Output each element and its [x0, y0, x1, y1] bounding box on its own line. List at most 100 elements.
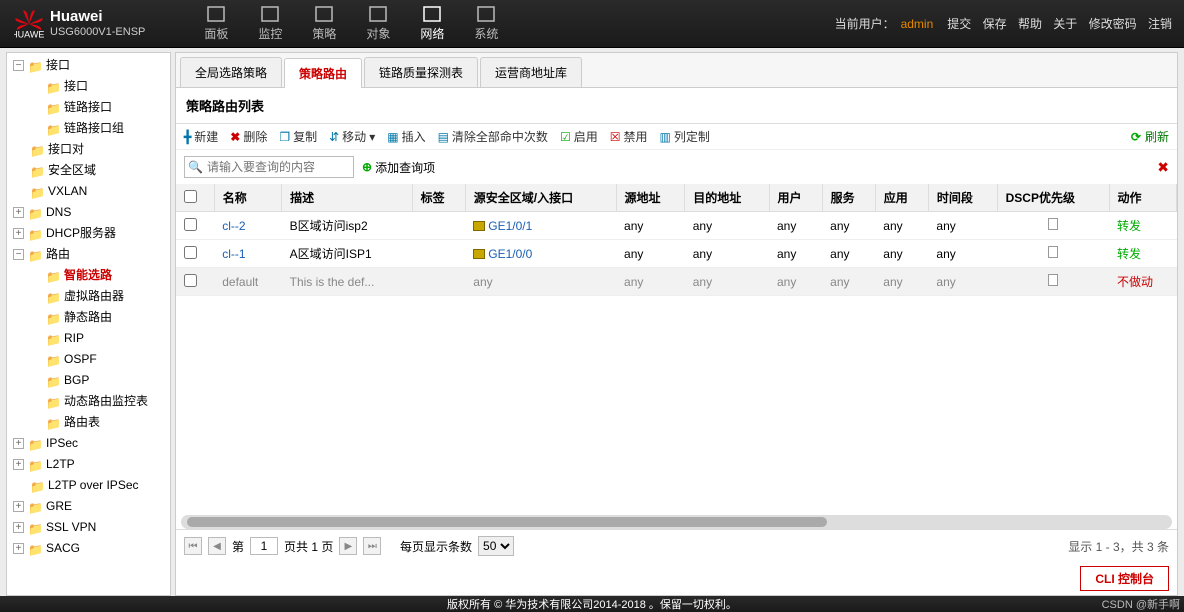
- toplink-注销[interactable]: 注销: [1145, 17, 1172, 31]
- col-名称: 名称: [214, 184, 281, 212]
- current-user-label: 当前用户：: [835, 15, 895, 32]
- next-page-button[interactable]: ▶: [339, 537, 357, 555]
- copy-button[interactable]: ❐复制: [279, 128, 317, 145]
- sidebar-item-安全区域[interactable]: 📁安全区域: [7, 160, 170, 181]
- col-动作: 动作: [1109, 184, 1176, 212]
- table-row[interactable]: cl--2B区域访问isp2GE1/0/1anyanyanyanyanyany转…: [176, 212, 1177, 240]
- top-right: 当前用户： admin 提交 保存 帮助 关于 修改密码 注销: [823, 15, 1184, 32]
- sidebar-item-SSL VPN[interactable]: +📁SSL VPN: [7, 517, 170, 538]
- tab-运营商地址库[interactable]: 运营商地址库: [480, 57, 582, 87]
- sidebar-item-SACG[interactable]: +📁SACG: [7, 538, 170, 559]
- sidebar-item-RIP[interactable]: 📁RIP: [7, 328, 170, 349]
- sidebar-item-VXLAN[interactable]: 📁VXLAN: [7, 181, 170, 202]
- topnav-网络[interactable]: 网络: [405, 0, 459, 47]
- sidebar-item-路由表[interactable]: 📁路由表: [7, 412, 170, 433]
- toplink-保存[interactable]: 保存: [979, 17, 1006, 31]
- col-目的地址: 目的地址: [685, 184, 769, 212]
- topnav-面板[interactable]: 面板: [189, 0, 243, 47]
- search-row: 🔍 ⊕添加查询项 ✖: [176, 150, 1177, 184]
- disable-button[interactable]: ☒禁用: [610, 128, 648, 145]
- sidebar-item-接口[interactable]: 📁接口: [7, 76, 170, 97]
- new-button[interactable]: ╋新建: [184, 128, 218, 145]
- topnav-系统[interactable]: 系统: [459, 0, 513, 47]
- col-服务: 服务: [822, 184, 875, 212]
- sidebar-item-BGP[interactable]: 📁BGP: [7, 370, 170, 391]
- refresh-button[interactable]: ⟳刷新: [1131, 128, 1169, 145]
- sidebar: −📁接口📁接口📁链路接口📁链路接口组📁接口对📁安全区域📁VXLAN+📁DNS+📁…: [6, 52, 171, 596]
- enable-button[interactable]: ☑启用: [560, 128, 598, 145]
- sidebar-item-L2TP[interactable]: +📁L2TP: [7, 454, 170, 475]
- sidebar-item-OSPF[interactable]: 📁OSPF: [7, 349, 170, 370]
- doc-icon: [1048, 274, 1058, 286]
- col-源安全区域/入接口: 源安全区域/入接口: [465, 184, 616, 212]
- columns-button[interactable]: ▥列定制: [660, 128, 710, 145]
- table-row[interactable]: cl--1A区域访问ISP1GE1/0/0anyanyanyanyanyany转…: [176, 240, 1177, 268]
- toplink-修改密码[interactable]: 修改密码: [1085, 17, 1136, 31]
- sidebar-item-智能选路[interactable]: 📁智能选路: [7, 265, 170, 286]
- col-DSCP优先级: DSCP优先级: [997, 184, 1109, 212]
- col-源地址: 源地址: [616, 184, 685, 212]
- col-用户: 用户: [769, 184, 822, 212]
- delete-button[interactable]: ✖删除: [230, 128, 267, 145]
- table-row[interactable]: defaultThis is the def...anyanyanyanyany…: [176, 268, 1177, 296]
- logo-area: HUAWEI Huawei USG6000V1-ENSP: [0, 9, 159, 39]
- brand-model: USG6000V1-ENSP: [50, 26, 145, 38]
- page-input[interactable]: [250, 537, 278, 555]
- watermark: CSDN @新手啊: [1102, 596, 1180, 612]
- sidebar-item-GRE[interactable]: +📁GRE: [7, 496, 170, 517]
- sidebar-item-L2TP over IPSec[interactable]: 📁L2TP over IPSec: [7, 475, 170, 496]
- sidebar-item-接口[interactable]: −📁接口: [7, 55, 170, 76]
- insert-button[interactable]: ▦插入: [387, 128, 425, 145]
- col-checkbox: [176, 184, 214, 212]
- data-grid: 名称描述标签源安全区域/入接口源地址目的地址用户服务应用时间段DSCP优先级动作…: [176, 184, 1177, 515]
- sidebar-item-静态路由[interactable]: 📁静态路由: [7, 307, 170, 328]
- row-checkbox[interactable]: [184, 218, 197, 231]
- move-button[interactable]: ⇵移动▾: [329, 128, 375, 145]
- sidebar-item-接口对[interactable]: 📁接口对: [7, 139, 170, 160]
- topnav-策略[interactable]: 策略: [297, 0, 351, 47]
- sidebar-item-DHCP服务器[interactable]: +📁DHCP服务器: [7, 223, 170, 244]
- toplink-提交[interactable]: 提交: [947, 17, 971, 31]
- brand-name: Huawei: [50, 9, 145, 26]
- topnav-监控[interactable]: 监控: [243, 0, 297, 47]
- tab-策略路由[interactable]: 策略路由: [284, 58, 362, 88]
- col-时间段: 时间段: [928, 184, 997, 212]
- pager: ⏮ ◀ 第 页共 1 页 ▶ ⏭ 每页显示条数 50 显示 1 - 3，共 3 …: [176, 529, 1177, 562]
- sidebar-item-路由[interactable]: −📁路由: [7, 244, 170, 265]
- clear-icon[interactable]: ✖: [1157, 159, 1169, 176]
- col-标签: 标签: [412, 184, 465, 212]
- doc-icon: [1048, 218, 1058, 230]
- sidebar-item-链路接口[interactable]: 📁链路接口: [7, 97, 170, 118]
- topnav-对象[interactable]: 对象: [351, 0, 405, 47]
- top-nav: 面板监控策略对象网络系统: [189, 0, 513, 47]
- top-bar: HUAWEI Huawei USG6000V1-ENSP 面板监控策略对象网络系…: [0, 0, 1184, 48]
- select-all-checkbox[interactable]: [184, 190, 197, 203]
- toplink-帮助[interactable]: 帮助: [1015, 17, 1042, 31]
- perpage-select[interactable]: 50: [478, 536, 514, 556]
- footer: 版权所有 © 华为技术有限公司2014-2018 。保留一切权利。: [0, 596, 1184, 612]
- clear-hits-button[interactable]: ▤清除全部命中次数: [438, 128, 548, 145]
- prev-page-button[interactable]: ◀: [208, 537, 226, 555]
- add-query-button[interactable]: ⊕添加查询项: [362, 159, 435, 176]
- toplink-关于[interactable]: 关于: [1050, 17, 1077, 31]
- tab-全局选路策略[interactable]: 全局选路策略: [180, 57, 282, 87]
- cli-console-button[interactable]: CLI 控制台: [1080, 566, 1169, 591]
- sidebar-item-DNS[interactable]: +📁DNS: [7, 202, 170, 223]
- sidebar-item-链路接口组[interactable]: 📁链路接口组: [7, 118, 170, 139]
- row-checkbox[interactable]: [184, 274, 197, 287]
- first-page-button[interactable]: ⏮: [184, 537, 202, 555]
- panel-title: 策略路由列表: [176, 88, 1177, 124]
- tab-链路质量探测表[interactable]: 链路质量探测表: [364, 57, 478, 87]
- row-checkbox[interactable]: [184, 246, 197, 259]
- sidebar-item-动态路由监控表[interactable]: 📁动态路由监控表: [7, 391, 170, 412]
- search-input[interactable]: [184, 156, 354, 178]
- last-page-button[interactable]: ⏭: [363, 537, 381, 555]
- search-icon: 🔍: [188, 160, 203, 174]
- main-panel: 全局选路策略策略路由链路质量探测表运营商地址库 策略路由列表 ╋新建 ✖删除 ❐…: [175, 52, 1178, 596]
- sidebar-item-IPSec[interactable]: +📁IPSec: [7, 433, 170, 454]
- svg-text:HUAWEI: HUAWEI: [14, 29, 44, 39]
- sidebar-item-虚拟路由器[interactable]: 📁虚拟路由器: [7, 286, 170, 307]
- pager-info: 显示 1 - 3，共 3 条: [1068, 538, 1169, 555]
- huawei-logo-icon: HUAWEI: [14, 9, 44, 39]
- horizontal-scrollbar[interactable]: [181, 515, 1172, 529]
